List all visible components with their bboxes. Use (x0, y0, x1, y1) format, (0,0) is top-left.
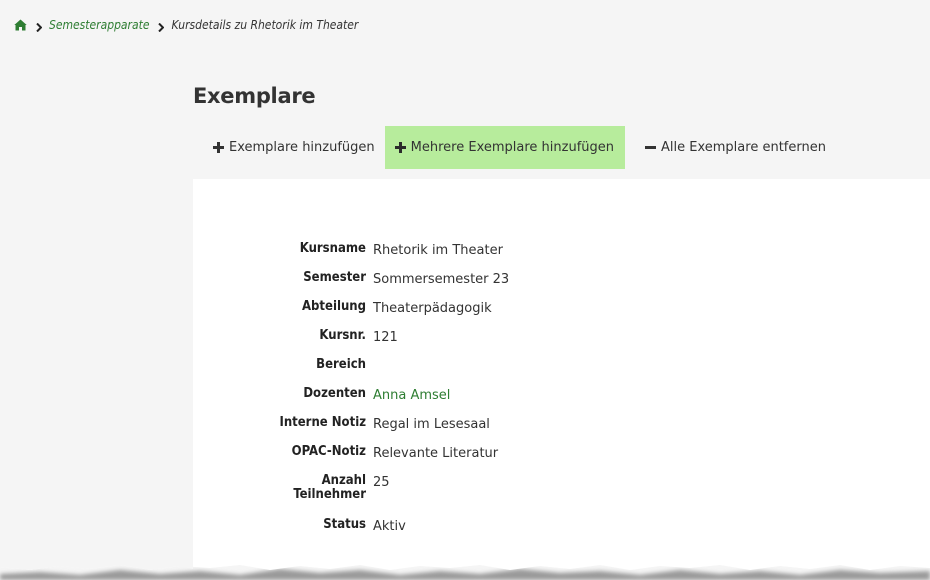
detail-value: Aktiv (373, 519, 406, 534)
detail-label: Kursname (299, 241, 366, 256)
detail-row-interne-notiz: Interne Notiz Regal im Lesesaal (249, 415, 509, 444)
detail-label: Anzahl Teilnehmer (249, 473, 366, 502)
detail-row-bereich: Bereich (249, 357, 509, 386)
chevron-right-icon (158, 21, 165, 32)
detail-row-abteilung: Abteilung Theaterpädagogik (249, 299, 509, 328)
exemplare-toolbar: Exemplare hinzufügen Mehrere Exemplare h… (193, 126, 836, 169)
detail-row-opac-notiz: OPAC-Notiz Relevante Literatur (249, 444, 509, 473)
detail-row-anzahl-teilnehmer: Anzahl Teilnehmer 25 (249, 473, 509, 517)
detail-label: Kursnr. (319, 328, 366, 343)
add-exemplare-label: Exemplare hinzufügen (229, 140, 375, 155)
detail-label-line: Anzahl (321, 473, 366, 488)
detail-label: Status (323, 517, 366, 532)
detail-row-status: Status Aktiv (249, 517, 509, 546)
detail-label: Bereich (316, 357, 366, 372)
minus-icon (645, 142, 657, 153)
remove-all-exemplare-button[interactable]: Alle Exemplare entfernen (625, 126, 836, 169)
home-icon[interactable] (14, 19, 27, 31)
detail-value: Rhetorik im Theater (373, 243, 503, 258)
detail-value: Theaterpädagogik (373, 301, 492, 316)
detail-value: 121 (373, 330, 398, 345)
breadcrumb-semesterapparate-link[interactable]: Semesterapparate (49, 18, 149, 32)
detail-label: Abteilung (302, 299, 366, 314)
detail-value: Regal im Lesesaal (373, 417, 490, 432)
detail-row-kursnr: Kursnr. 121 (249, 328, 509, 357)
detail-label: Dozenten (303, 386, 366, 401)
detail-label: OPAC-Notiz (291, 444, 366, 459)
add-multiple-exemplare-label: Mehrere Exemplare hinzufügen (410, 140, 615, 155)
course-details-list: Kursname Rhetorik im Theater Semester So… (249, 241, 509, 546)
detail-value: 25 (373, 475, 390, 490)
breadcrumb: Semesterapparate Kursdetails zu Rhetorik… (14, 18, 358, 32)
add-multiple-exemplare-button[interactable]: Mehrere Exemplare hinzufügen (384, 126, 626, 169)
section-title: Exemplare (193, 84, 316, 108)
plus-icon (394, 142, 406, 153)
detail-row-kursname: Kursname Rhetorik im Theater (249, 241, 509, 270)
chevron-right-icon (36, 21, 43, 32)
course-details-panel: Kursname Rhetorik im Theater Semester So… (193, 179, 930, 559)
plus-icon (213, 142, 224, 153)
detail-label-line: Teilnehmer (293, 487, 366, 502)
remove-all-exemplare-label: Alle Exemplare entfernen (661, 140, 826, 155)
detail-row-dozenten: Dozenten Anna Amsel (249, 386, 509, 415)
detail-value: Relevante Literatur (373, 446, 499, 461)
detail-label: Semester (303, 270, 366, 285)
add-exemplare-button[interactable]: Exemplare hinzufügen (193, 126, 385, 169)
dozent-link[interactable]: Anna Amsel (373, 386, 450, 404)
detail-label: Interne Notiz (279, 415, 366, 430)
torn-edge-decoration (0, 552, 930, 580)
detail-row-semester: Semester Sommersemester 23 (249, 270, 509, 299)
breadcrumb-current-page: Kursdetails zu Rhetorik im Theater (171, 18, 359, 32)
detail-value: Sommersemester 23 (373, 272, 510, 287)
